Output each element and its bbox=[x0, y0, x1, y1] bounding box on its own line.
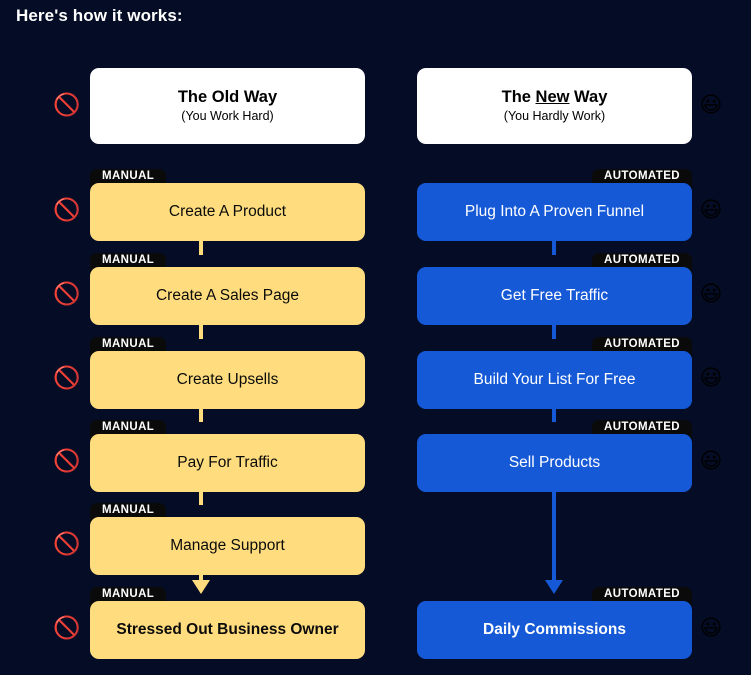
arrowhead-old bbox=[192, 580, 210, 594]
grinning-face-icon: 😃 bbox=[699, 366, 723, 391]
new-step-3: AUTOMATED Build Your List For Free bbox=[417, 337, 692, 409]
old-way-header-subtitle: (You Work Hard) bbox=[181, 108, 274, 123]
new-way-title-suffix: Way bbox=[569, 87, 608, 106]
new-step-2: AUTOMATED Get Free Traffic bbox=[417, 253, 692, 325]
old-step-3: MANUAL Create Upsells bbox=[90, 337, 365, 409]
new-way-header-subtitle: (You Hardly Work) bbox=[503, 108, 606, 123]
grinning-face-icon: 😃 bbox=[699, 93, 723, 118]
old-step-4: MANUAL Pay For Traffic bbox=[90, 420, 365, 492]
old-step-4-label[interactable]: Pay For Traffic bbox=[90, 434, 365, 492]
prohibited-icon: 🚫 bbox=[53, 532, 81, 557]
new-way-title-underlined: New bbox=[535, 87, 570, 106]
grinning-face-icon: 😃 bbox=[699, 282, 723, 307]
old-way-header-card: The Old Way (You Work Hard) bbox=[90, 68, 365, 144]
new-step-1-label[interactable]: Plug Into A Proven Funnel bbox=[417, 183, 692, 241]
old-step-6: MANUAL Stressed Out Business Owner bbox=[90, 587, 365, 659]
grinning-face-icon: 😃 bbox=[699, 449, 723, 474]
prohibited-icon: 🚫 bbox=[53, 93, 81, 118]
old-step-6-label[interactable]: Stressed Out Business Owner bbox=[90, 601, 365, 659]
prohibited-icon: 🚫 bbox=[53, 198, 81, 223]
old-step-2: MANUAL Create A Sales Page bbox=[90, 253, 365, 325]
old-step-2-label[interactable]: Create A Sales Page bbox=[90, 267, 365, 325]
old-step-3-label[interactable]: Create Upsells bbox=[90, 351, 365, 409]
grinning-face-icon: 😃 bbox=[699, 198, 723, 223]
old-step-1-label[interactable]: Create A Product bbox=[90, 183, 365, 241]
prohibited-icon: 🚫 bbox=[53, 282, 81, 307]
infographic-root: Here's how it works: The Old Way (You Wo… bbox=[0, 0, 751, 675]
prohibited-icon: 🚫 bbox=[53, 366, 81, 391]
old-step-5-label[interactable]: Manage Support bbox=[90, 517, 365, 575]
new-step-3-label[interactable]: Build Your List For Free bbox=[417, 351, 692, 409]
new-step-1: AUTOMATED Plug Into A Proven Funnel bbox=[417, 169, 692, 241]
old-step-5: MANUAL Manage Support bbox=[90, 503, 365, 575]
old-way-header-title: The Old Way bbox=[178, 88, 277, 107]
new-step-5: AUTOMATED Daily Commissions bbox=[417, 587, 692, 659]
old-way-title-prefix: The Old Way bbox=[177, 87, 278, 106]
old-step-1: MANUAL Create A Product bbox=[90, 169, 365, 241]
new-step-5-label[interactable]: Daily Commissions bbox=[417, 601, 692, 659]
grinning-face-icon: 😃 bbox=[699, 616, 723, 641]
new-way-header-title: The New Way bbox=[502, 88, 608, 107]
new-way-title-prefix: The bbox=[501, 87, 536, 106]
prohibited-icon: 🚫 bbox=[53, 616, 81, 641]
new-step-2-label[interactable]: Get Free Traffic bbox=[417, 267, 692, 325]
new-step-4-label[interactable]: Sell Products bbox=[417, 434, 692, 492]
new-way-header-card: The New Way (You Hardly Work) bbox=[417, 68, 692, 144]
new-step-4: AUTOMATED Sell Products bbox=[417, 420, 692, 492]
page-title: Here's how it works: bbox=[16, 6, 183, 25]
arrowhead-new bbox=[545, 580, 563, 594]
prohibited-icon: 🚫 bbox=[53, 449, 81, 474]
